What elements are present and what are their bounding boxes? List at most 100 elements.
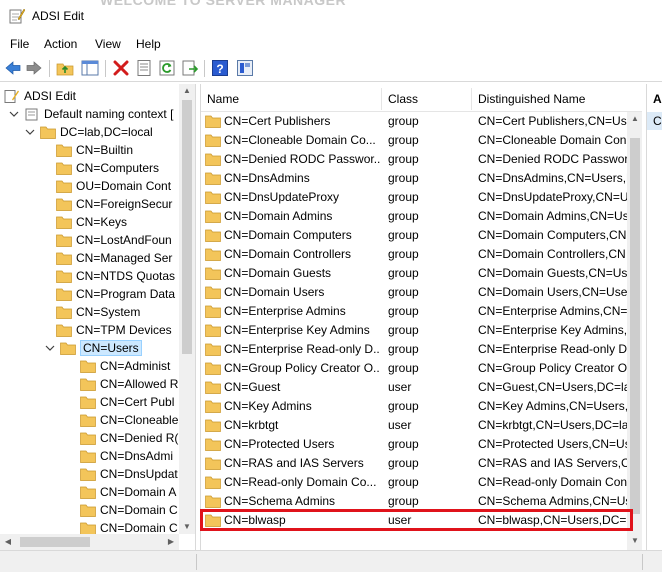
adsi-edit-icon xyxy=(4,90,19,103)
export-list-icon[interactable] xyxy=(181,59,199,77)
cell-distinguished-name: CN=DnsAdmins,CN=Users,D xyxy=(478,171,628,185)
scroll-up-arrow-icon[interactable]: ▲ xyxy=(180,86,194,95)
tree-node[interactable]: CN=Cert Publ xyxy=(80,393,174,411)
tree-node[interactable]: OU=Domain Cont xyxy=(56,177,171,195)
tree-node[interactable]: CN=DnsUpdat xyxy=(80,465,178,483)
column-header-name[interactable]: Name xyxy=(207,92,239,106)
tree-node[interactable]: CN=Program Data xyxy=(56,285,175,303)
menu-file[interactable]: File xyxy=(10,37,29,51)
list-row[interactable]: CN=Cloneable Domain Co... group CN=Cloneab… xyxy=(201,131,629,150)
tree-node-default-naming-context[interactable]: Default naming context [ xyxy=(8,105,173,123)
list-row[interactable]: CN=Guest user CN=Guest,CN=Users,DC=lab xyxy=(201,378,629,397)
tree-node[interactable]: CN=Domain C xyxy=(80,501,178,519)
column-header-class[interactable]: Class xyxy=(388,92,418,106)
properties-icon[interactable] xyxy=(135,59,153,77)
scroll-left-arrow-icon[interactable]: ◀ xyxy=(1,537,15,546)
chevron-down-icon[interactable] xyxy=(44,342,56,354)
tree-node[interactable]: CN=LostAndFoun xyxy=(56,231,172,249)
tree-node[interactable]: CN=Domain A xyxy=(80,483,176,501)
tree-scroll-thumb[interactable] xyxy=(182,100,192,354)
tree-node-domain[interactable]: DC=lab,DC=local xyxy=(24,123,153,141)
tree-node[interactable]: CN=Keys xyxy=(56,213,127,231)
list-row[interactable]: CN=Domain Users group CN=Domain Users,CN=U… xyxy=(201,283,629,302)
list-row[interactable]: CN=RAS and IAS Servers group CN=RAS and IA… xyxy=(201,454,629,473)
folder-icon xyxy=(205,343,221,356)
tree-node[interactable]: CN=TPM Devices xyxy=(56,321,172,339)
tree-node[interactable]: CN=NTDS Quotas xyxy=(56,267,175,285)
tree-hscroll-thumb[interactable] xyxy=(20,537,90,547)
list-row[interactable]: CN=Domain Admins group CN=Domain Admins,CN… xyxy=(201,207,629,226)
menu-help[interactable]: Help xyxy=(136,37,161,51)
list-row[interactable]: CN=krbtgt user CN=krbtgt,CN=Users,DC=la xyxy=(201,416,629,435)
actions-item[interactable]: C xyxy=(647,112,662,130)
list-row[interactable]: CN=Key Admins group CN=Key Admins,CN=Users… xyxy=(201,397,629,416)
scroll-down-arrow-icon[interactable]: ▼ xyxy=(628,536,642,545)
tree-label: CN=LostAndFoun xyxy=(76,233,172,247)
tree-label: CN=Computers xyxy=(76,161,160,175)
folder-icon xyxy=(56,144,72,157)
tree-horizontal-scrollbar[interactable]: ◀ ▶ xyxy=(0,534,179,550)
list-row[interactable]: CN=DnsAdmins group CN=DnsAdmins,CN=Users,D xyxy=(201,169,629,188)
up-folder-icon[interactable] xyxy=(56,59,74,77)
back-icon[interactable] xyxy=(4,59,22,77)
list-row[interactable]: CN=Domain Computers group CN=Domain Comput… xyxy=(201,226,629,245)
list-row[interactable]: CN=Enterprise Read-only D... group CN=Ente… xyxy=(201,340,629,359)
help-icon[interactable]: ? xyxy=(211,59,229,77)
tree-label: CN=Cloneable xyxy=(100,413,179,427)
list-row[interactable]: CN=Domain Guests group CN=Domain Guests,CN… xyxy=(201,264,629,283)
menu-action[interactable]: Action xyxy=(44,37,77,51)
list-scroll-thumb[interactable] xyxy=(630,138,640,514)
tree-label: CN=Domain C xyxy=(100,521,178,535)
list-row[interactable]: CN=Read-only Domain Co... group CN=Read-on… xyxy=(201,473,629,492)
tree-label: CN=Users xyxy=(80,340,142,356)
column-header-distinguished-name[interactable]: Distinguished Name xyxy=(478,92,585,106)
scroll-down-arrow-icon[interactable]: ▼ xyxy=(180,522,194,531)
tree-root-adsi-edit[interactable]: ADSI Edit xyxy=(4,87,76,105)
folder-icon xyxy=(205,229,221,242)
list-pane[interactable]: Name Class Distinguished Name CN=Cert Pu… xyxy=(200,84,642,550)
tree-vertical-scrollbar[interactable]: ▲ ▼ xyxy=(179,84,195,534)
folder-icon xyxy=(56,234,72,247)
list-vertical-scrollbar[interactable]: ▲ ▼ xyxy=(627,112,642,550)
tree-node[interactable]: CN=Allowed R xyxy=(80,375,178,393)
scroll-up-arrow-icon[interactable]: ▲ xyxy=(628,114,642,123)
delete-icon[interactable] xyxy=(112,59,130,77)
tree-label: CN=TPM Devices xyxy=(76,323,172,337)
tree-node[interactable]: CN=DnsAdmi xyxy=(80,447,173,465)
list-row[interactable]: CN=Enterprise Admins group CN=Enterprise A… xyxy=(201,302,629,321)
list-row[interactable]: CN=Domain Controllers group CN=Domain Cont… xyxy=(201,245,629,264)
tree-label: CN=Denied R( xyxy=(100,431,179,445)
tree-node[interactable]: CN=Managed Ser xyxy=(56,249,172,267)
list-row[interactable]: CN=Enterprise Key Admins group CN=Enterpri… xyxy=(201,321,629,340)
list-row[interactable]: CN=Protected Users group CN=Protected User… xyxy=(201,435,629,454)
tree-node[interactable]: CN=Builtin xyxy=(56,141,133,159)
forward-icon[interactable] xyxy=(25,59,43,77)
folder-icon xyxy=(80,360,96,373)
show-hide-tree-icon[interactable] xyxy=(81,59,99,77)
scroll-right-arrow-icon[interactable]: ▶ xyxy=(164,537,178,546)
tree-node[interactable]: CN=ForeignSecur xyxy=(56,195,172,213)
list-row[interactable]: CN=Group Policy Creator O... group CN=Grou… xyxy=(201,359,629,378)
cell-class: group xyxy=(388,304,419,318)
list-row[interactable]: CN=Denied RODC Passwor... group CN=Denied … xyxy=(201,150,629,169)
chevron-down-icon[interactable] xyxy=(8,108,20,120)
tree-node[interactable]: CN=Users xyxy=(44,339,142,357)
chevron-down-icon[interactable] xyxy=(24,126,36,138)
refresh-icon[interactable] xyxy=(158,59,176,77)
tree-pane[interactable]: ADSI Edit Default naming context [ DC=la… xyxy=(0,84,196,550)
list-row[interactable]: CN=Cert Publishers group CN=Cert Publisher… xyxy=(201,112,629,131)
tree-label: OU=Domain Cont xyxy=(76,179,172,193)
folder-icon xyxy=(205,324,221,337)
menu-view[interactable]: View xyxy=(95,37,121,51)
tree-node[interactable]: CN=Administ xyxy=(80,357,170,375)
svg-text:?: ? xyxy=(216,62,223,76)
list-row[interactable]: CN=DnsUpdateProxy group CN=DnsUpdateProxy,… xyxy=(201,188,629,207)
tree-node[interactable]: CN=Computers xyxy=(56,159,159,177)
tree-label: CN=System xyxy=(76,305,141,319)
folder-icon xyxy=(205,419,221,432)
tree-node[interactable]: CN=System xyxy=(56,303,140,321)
actions-header: A xyxy=(653,92,662,106)
tree-node[interactable]: CN=Cloneable xyxy=(80,411,178,429)
tree-node[interactable]: CN=Denied R( xyxy=(80,429,178,447)
mmc-help-icon[interactable] xyxy=(236,59,254,77)
